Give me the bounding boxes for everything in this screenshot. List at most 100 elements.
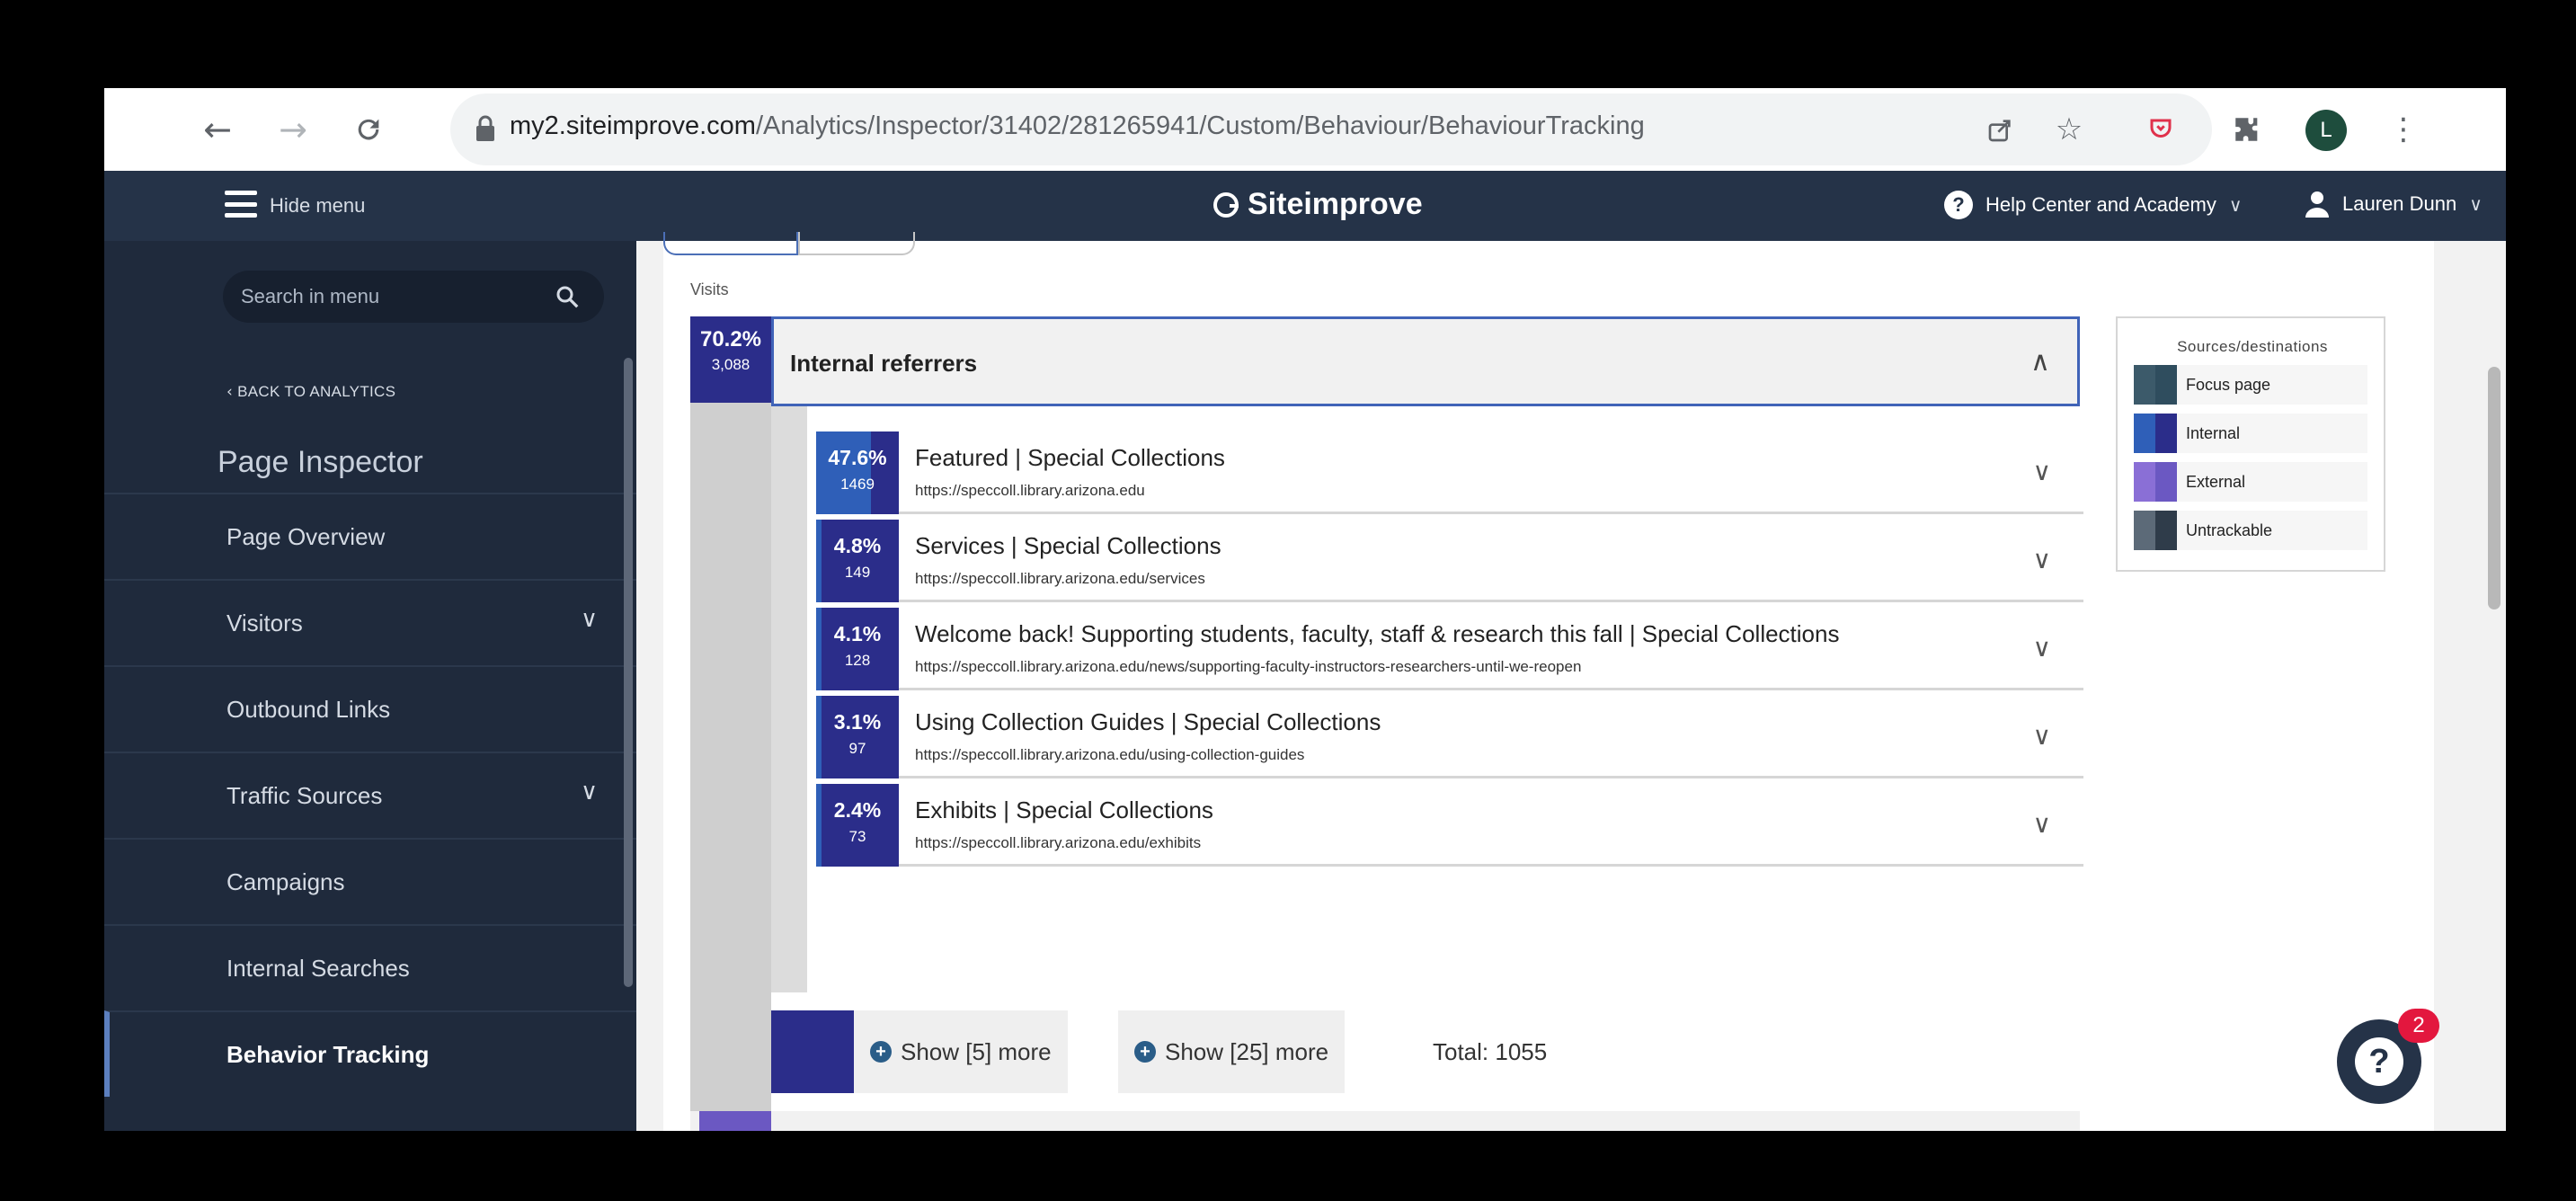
chevron-down-icon[interactable]: ∨ (2033, 809, 2052, 839)
extension-shield-icon[interactable] (2137, 106, 2184, 153)
hide-menu-button[interactable]: Hide menu (270, 194, 365, 218)
internal-referrers-header[interactable]: Internal referrers ∧ (771, 316, 2080, 406)
group-share-badge: 70.2% 3,088 (690, 316, 771, 403)
url-text: my2.siteimprove.com/Analytics/Inspector/… (510, 111, 1645, 140)
plus-circle-icon: + (870, 1041, 892, 1063)
help-center-label: Help Center and Academy (1985, 193, 2216, 216)
row-percent: 2.4% (833, 798, 882, 822)
row-share-fill (816, 608, 822, 690)
chevron-down-icon: ∨ (2469, 193, 2483, 215)
row-percent: 4.1% (833, 622, 882, 645)
show-25-more-button[interactable]: + Show [25] more (1118, 1010, 1346, 1093)
sidebar-item-behavior-tracking[interactable]: Behavior Tracking (104, 1010, 636, 1097)
view-toggle-tab[interactable] (663, 232, 798, 255)
referrer-row[interactable]: 4.1% 128 Welcome back! Supporting studen… (816, 608, 2083, 690)
notification-badge: 2 (2398, 1009, 2439, 1043)
total-count: Total: 1055 (1413, 1010, 1568, 1093)
next-group-header[interactable] (690, 1111, 2080, 1131)
bookmark-star-icon[interactable]: ☆ (2046, 106, 2092, 153)
share-icon[interactable] (1977, 106, 2024, 153)
row-share-badge: 2.4% 73 (816, 784, 899, 867)
legend-swatch (2134, 462, 2177, 502)
search-input[interactable] (241, 271, 546, 323)
row-share-fill (816, 520, 822, 602)
row-share-badge: 47.6% 1469 (816, 431, 899, 514)
browser-toolbar: ← → my2.siteimprove.com/Analytics/Inspec… (104, 88, 2506, 171)
chevron-left-icon: ‹ (227, 383, 234, 401)
sidebar-title: Page Inspector (218, 445, 423, 479)
chevron-down-icon[interactable]: ∨ (2033, 545, 2052, 574)
row-title: Services | Special Collections (915, 532, 1221, 559)
main-scrollbar[interactable] (2488, 367, 2500, 609)
sidebar-item-internal-searches[interactable]: Internal Searches (104, 924, 636, 1010)
row-count: 97 (848, 740, 866, 757)
lock-icon (476, 115, 494, 141)
back-to-analytics-link[interactable]: ‹ BACK TO ANALYTICS (227, 383, 395, 401)
sidebar-search (223, 271, 604, 323)
row-title: Exhibits | Special Collections (915, 796, 1213, 823)
view-toggle-tab[interactable] (798, 232, 915, 255)
sidebar-item-label: Visitors (227, 609, 303, 636)
profile-avatar[interactable]: L (2305, 110, 2347, 151)
legend-label: Focus page (2186, 376, 2271, 394)
referrer-row[interactable]: 2.4% 73 Exhibits | Special Collections h… (816, 784, 2083, 867)
flow-column (690, 316, 771, 1131)
legend-swatch (2134, 511, 2177, 550)
sidebar-item-label: Traffic Sources (227, 782, 383, 809)
sidebar-scrollbar[interactable] (624, 358, 633, 987)
row-percent: 4.8% (833, 534, 882, 557)
legend-item-external: External (2134, 462, 2367, 502)
user-menu[interactable]: Lauren Dunn ∨ (2305, 191, 2483, 218)
legend-item-focus-page: Focus page (2134, 365, 2367, 405)
siteimprove-logo[interactable]: Siteimprove (1213, 187, 1423, 222)
sidebar-item-campaigns[interactable]: Campaigns (104, 838, 636, 924)
chevron-up-icon[interactable]: ∧ (2030, 346, 2050, 378)
sidebar-item-label: Internal Searches (227, 955, 410, 982)
referrer-row[interactable]: 3.1% 97 Using Collection Guides | Specia… (816, 696, 2083, 778)
legend-title: Sources/destinations (2177, 338, 2328, 355)
legend-label: Untrackable (2186, 521, 2273, 539)
sidebar-item-page-overview[interactable]: Page Overview (104, 493, 636, 579)
referrer-row[interactable]: 47.6% 1469 Featured | Special Collection… (816, 431, 2083, 514)
show-5-more-button[interactable]: + Show [5] more (854, 1010, 1068, 1093)
row-count: 1469 (840, 476, 875, 493)
hamburger-icon[interactable] (225, 191, 257, 218)
user-name: Lauren Dunn (2342, 192, 2457, 215)
sidebar-item-label: Campaigns (227, 868, 345, 895)
back-arrow-icon[interactable]: ← (194, 106, 241, 153)
sidebar: ‹ BACK TO ANALYTICS Page Inspector Page … (104, 241, 636, 1131)
forward-arrow-icon[interactable]: → (270, 106, 316, 153)
show-more-label: Show [5] more (901, 1037, 1052, 1065)
show-more-label: Show [25] more (1165, 1037, 1329, 1065)
next-group-badge (699, 1111, 771, 1131)
row-title: Welcome back! Supporting students, facul… (915, 620, 1840, 647)
main-content: Visits 70.2% 3,088 Internal referrers ∧ … (636, 232, 2506, 1131)
row-count: 73 (848, 828, 866, 845)
legend-label: Internal (2186, 424, 2241, 442)
chevron-down-icon[interactable]: ∨ (2033, 721, 2052, 751)
help-center-menu[interactable]: ? Help Center and Academy ∨ (1944, 191, 2242, 219)
referrer-row[interactable]: 4.8% 149 Services | Special Collections … (816, 520, 2083, 602)
question-icon: ? (2355, 1037, 2403, 1086)
sources-legend: Sources/destinations Focus page Internal… (2116, 316, 2385, 572)
address-bar[interactable]: my2.siteimprove.com/Analytics/Inspector/… (450, 93, 2212, 165)
row-percent: 47.6% (828, 446, 887, 469)
sidebar-item-outbound-links[interactable]: Outbound Links (104, 665, 636, 752)
browser-window: ← → my2.siteimprove.com/Analytics/Inspec… (104, 88, 2506, 1131)
legend-item-untrackable: Untrackable (2134, 511, 2367, 550)
extensions-puzzle-icon[interactable] (2224, 106, 2270, 153)
reload-icon[interactable] (345, 106, 392, 153)
sidebar-item-traffic-sources[interactable]: Traffic Sources ∨ (104, 752, 636, 838)
chevron-down-icon[interactable]: ∨ (2033, 457, 2052, 486)
row-url: https://speccoll.library.arizona.edu/usi… (915, 746, 1305, 763)
sidebar-item-label: Outbound Links (227, 696, 391, 723)
sidebar-item-label: Behavior Tracking (227, 1041, 430, 1068)
row-share-fill (816, 431, 871, 514)
legend-label: External (2186, 473, 2246, 491)
chevron-down-icon[interactable]: ∨ (2033, 633, 2052, 663)
row-url: https://speccoll.library.arizona.edu (915, 482, 1145, 499)
search-icon[interactable] (554, 283, 581, 310)
sidebar-item-visitors[interactable]: Visitors ∨ (104, 579, 636, 665)
app-header: Hide menu Siteimprove ? Help Center and … (104, 171, 2506, 241)
kebab-menu-icon[interactable]: ⋮ (2380, 106, 2427, 153)
